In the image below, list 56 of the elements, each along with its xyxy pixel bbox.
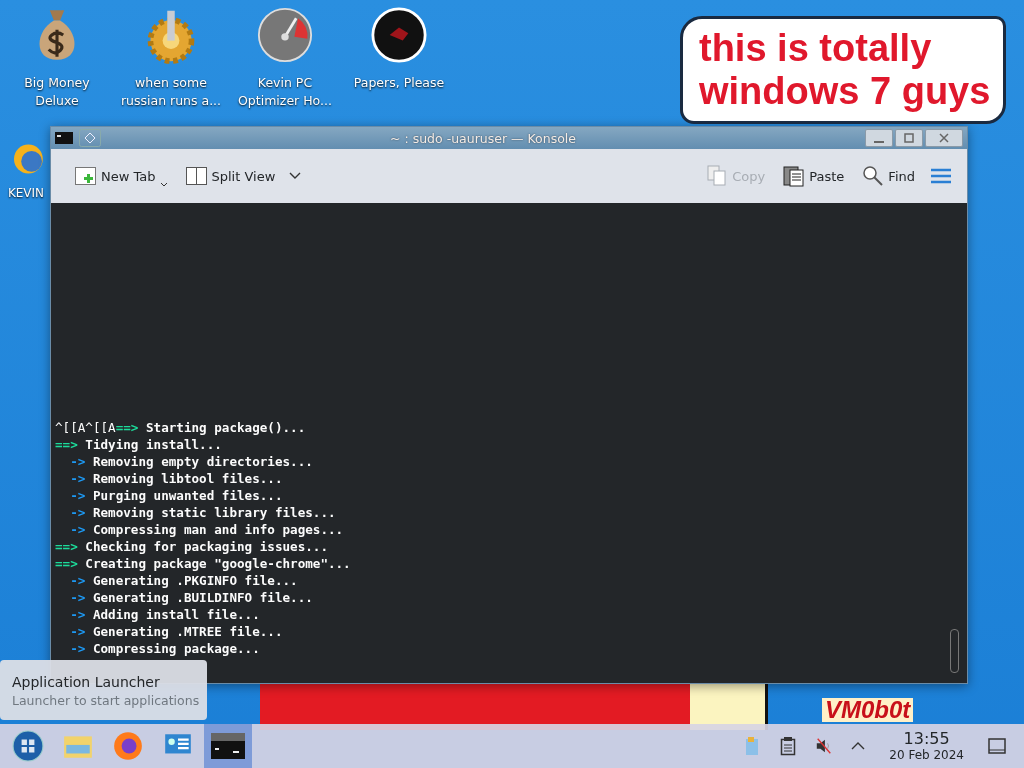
disc-icon[interactable] (371, 6, 427, 64)
desktop-icon-label[interactable]: Papers, Please (353, 74, 445, 92)
minimize-icon (874, 141, 884, 143)
paste-icon (783, 165, 806, 187)
wallpaper-text: VM0b0t (822, 698, 914, 722)
terminal-line: -> Removing static library files... (69, 504, 337, 521)
close-button[interactable] (925, 129, 963, 147)
caret-icon (289, 172, 302, 180)
start-orb-icon (12, 730, 44, 762)
gauge-icon[interactable] (257, 6, 313, 64)
terminal-icon[interactable] (55, 132, 73, 144)
maximize-button[interactable] (895, 129, 923, 147)
menu-icon (931, 168, 951, 184)
split-view-button[interactable]: Split View (179, 161, 308, 191)
desktop-icon-label[interactable]: KEVIN (7, 186, 45, 200)
terminal-line: ==> Tidying install... (55, 436, 223, 453)
copy-icon (706, 165, 729, 187)
find-button[interactable]: Find (856, 161, 921, 191)
scrollbar[interactable] (950, 629, 959, 673)
taskbar-app[interactable] (204, 724, 252, 768)
terminal-line: -> Generating .BUILDINFO file... (69, 589, 314, 606)
terminal-line: -> Generating .MTREE file... (69, 623, 284, 640)
muted-speaker-icon[interactable] (815, 736, 834, 756)
maximize-icon (904, 133, 914, 143)
chevron-up-icon[interactable] (851, 741, 866, 751)
split-view-icon (185, 165, 208, 187)
tooltip-title: Application Launcher (12, 674, 161, 690)
clipboard-icon[interactable] (779, 736, 798, 756)
terminal-line: -> Adding install file... (69, 606, 261, 623)
desktop-icon-label[interactable]: Big Money Deluxe (24, 74, 90, 110)
close-icon (939, 133, 949, 143)
terminal-line: -> Generating .PKGINFO file... (69, 572, 299, 589)
terminal-line: ^[[A^[[A==> Starting package()... (55, 419, 307, 436)
clock-date[interactable]: 20 Feb 2024 (889, 748, 964, 762)
paste-button[interactable]: Paste (777, 161, 851, 191)
browser-icon (112, 730, 144, 762)
terminal-line: -> Compressing man and info pages... (69, 521, 345, 538)
caret-icon (159, 182, 168, 187)
desktop-icon-label[interactable]: when some russian runs a... (120, 74, 222, 110)
terminal-line: -> Compressing package... (69, 640, 261, 657)
terminal-line: -> Purging unwanted files... (69, 487, 284, 504)
new-tab-icon (75, 165, 97, 187)
annotation-text: this is totally windows 7 guys (699, 27, 991, 113)
window-title: ~ : sudo -uauruser — Konsole (389, 130, 577, 146)
clock-time[interactable]: 13:55 (903, 730, 950, 748)
search-icon (862, 165, 885, 187)
terminal-icon (211, 733, 245, 759)
new-tab-button[interactable]: New Tab (69, 161, 174, 191)
terminal-line: -> Removing libtool files... (69, 470, 284, 487)
terminal-line: ==> Creating package "google-chrome"... (55, 555, 352, 572)
desktop-icon-label[interactable]: Kevin PC Optimizer Ho... (238, 74, 332, 110)
terminal-line: ==> Checking for packaging issues... (55, 538, 329, 555)
terminal-line: -> Removing empty directories... (69, 453, 314, 470)
pin-icon[interactable] (79, 129, 101, 147)
minimize-button[interactable] (865, 129, 893, 147)
show-desktop-icon[interactable] (988, 736, 1006, 756)
